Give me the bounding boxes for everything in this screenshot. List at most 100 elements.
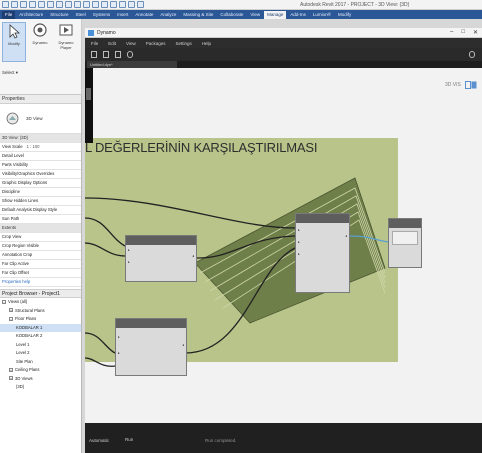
- undo-icon[interactable]: [38, 1, 45, 8]
- redo-icon[interactable]: [47, 1, 54, 8]
- browser-item[interactable]: KODBALAR 1: [0, 323, 81, 332]
- ribbon-tab[interactable]: Annotate: [132, 11, 156, 19]
- property-row[interactable]: Detail Level: [0, 152, 81, 161]
- browser-item[interactable]: + Structural Plans: [0, 307, 81, 316]
- property-row[interactable]: Show Hidden Lines: [0, 197, 81, 206]
- maximize-icon[interactable]: □: [461, 29, 465, 36]
- minimize-icon[interactable]: –: [450, 29, 453, 36]
- port-out[interactable]: ◂: [345, 234, 347, 238]
- dynamo-menu-item[interactable]: Edit: [108, 41, 116, 46]
- type-selector[interactable]: 3D View: [0, 104, 81, 134]
- expand-toggle-icon[interactable]: −: [2, 299, 6, 304]
- section-icon[interactable]: [110, 1, 117, 8]
- ribbon-tab[interactable]: Steel: [73, 11, 89, 19]
- browser-item[interactable]: Site Plan: [0, 358, 81, 367]
- dynamo-player-button[interactable]: Dynamo Player: [54, 22, 78, 62]
- run-button[interactable]: Run: [125, 437, 133, 442]
- property-row[interactable]: Extents: [0, 224, 81, 233]
- revit-home-icon[interactable]: [2, 1, 9, 8]
- browser-item[interactable]: − Floor Plans: [0, 315, 81, 324]
- ribbon-tab[interactable]: Modify: [335, 11, 354, 19]
- dynamo-menu-item[interactable]: Settings: [175, 41, 191, 46]
- ribbon-tab[interactable]: Massing & Site: [180, 11, 216, 19]
- new-file-icon[interactable]: [91, 51, 97, 58]
- port-in[interactable]: ▸: [128, 260, 130, 264]
- browser-item[interactable]: KODBALAR 2: [0, 332, 81, 341]
- port-in[interactable]: ▸: [118, 335, 120, 339]
- port-in[interactable]: ▸: [128, 248, 130, 252]
- measure-icon[interactable]: [65, 1, 72, 8]
- dynamo-button[interactable]: Dynamo: [28, 22, 52, 62]
- property-row[interactable]: Visibility/Graphics Overrides: [0, 170, 81, 179]
- dynamo-canvas[interactable]: 3D VIS L DEĞERLERİNİN KARŞILAŞTIRILMASI: [85, 68, 482, 423]
- property-row[interactable]: Far Clip Active: [0, 260, 81, 269]
- expand-toggle-icon[interactable]: −: [9, 316, 13, 321]
- properties-help-link[interactable]: Properties help: [0, 278, 81, 287]
- property-row[interactable]: View Scale 1 : 100: [0, 143, 81, 152]
- ribbon-tab[interactable]: View: [247, 11, 263, 19]
- ribbon-tab[interactable]: Structure: [47, 11, 71, 19]
- dynamo-menu-item[interactable]: Packages: [146, 41, 166, 46]
- modify-button[interactable]: Modify: [2, 22, 26, 62]
- browser-item[interactable]: {3D}: [0, 383, 81, 392]
- select-dropdown[interactable]: Select ▾: [2, 70, 18, 76]
- browser-item[interactable]: Level 2: [0, 349, 81, 358]
- property-row[interactable]: Far Clip Offset: [0, 269, 81, 278]
- export-image-icon[interactable]: [469, 51, 475, 58]
- ribbon-tab[interactable]: Manage: [264, 10, 287, 19]
- open-icon[interactable]: [11, 1, 18, 8]
- thin-lines-icon[interactable]: [119, 1, 126, 8]
- property-row[interactable]: Crop Region Visible: [0, 242, 81, 251]
- port-in[interactable]: ▸: [118, 351, 120, 355]
- property-row[interactable]: Default Analysis Display Style: [0, 206, 81, 215]
- 3d-view-icon[interactable]: [101, 1, 108, 8]
- browser-item[interactable]: + Ceiling Plans: [0, 366, 81, 375]
- property-row[interactable]: Annotation Crop: [0, 251, 81, 260]
- print-icon[interactable]: [56, 1, 63, 8]
- close-hidden-icon[interactable]: [128, 1, 135, 8]
- save-file-icon[interactable]: [115, 51, 121, 58]
- port-in[interactable]: ▸: [298, 240, 300, 244]
- switch-windows-icon[interactable]: [137, 1, 144, 8]
- ribbon-tab[interactable]: Insert: [114, 11, 131, 19]
- dynamo-menu-item[interactable]: File: [91, 41, 98, 46]
- run-mode-dropdown[interactable]: Automatic: [89, 438, 109, 443]
- ribbon-tab[interactable]: Systems: [90, 11, 113, 19]
- expand-toggle-icon[interactable]: +: [9, 308, 13, 313]
- text-icon[interactable]: [92, 1, 99, 8]
- save-icon[interactable]: [20, 1, 27, 8]
- ribbon-tab[interactable]: File: [2, 10, 16, 19]
- dimension-icon[interactable]: [74, 1, 81, 8]
- browser-item[interactable]: − Views (all): [0, 298, 81, 307]
- open-file-icon[interactable]: [103, 51, 109, 58]
- undo-file-icon[interactable]: [127, 51, 133, 58]
- sync-icon[interactable]: [29, 1, 36, 8]
- browser-item[interactable]: +3D Views: [0, 375, 81, 384]
- property-row[interactable]: Graphic Display Options: [0, 179, 81, 188]
- ribbon-tab[interactable]: Analyze: [157, 11, 179, 19]
- port-in[interactable]: ▸: [298, 228, 300, 232]
- dynamo-menu-item[interactable]: View: [126, 41, 136, 46]
- browser-item[interactable]: Level 1: [0, 341, 81, 350]
- node-compare-2[interactable]: ▸ ▸ ◂: [115, 318, 187, 376]
- ribbon-tab[interactable]: Collaborate: [217, 11, 246, 19]
- node-if[interactable]: ▸ ▸ ▸ ◂: [295, 213, 350, 293]
- property-row[interactable]: Sun Path: [0, 215, 81, 224]
- property-row[interactable]: Parts Visibility: [0, 161, 81, 170]
- node-compare-1[interactable]: ▸ ▸ ◂: [125, 235, 197, 282]
- tag-icon[interactable]: [83, 1, 90, 8]
- node-watch[interactable]: [388, 218, 422, 268]
- tab-untitled[interactable]: Untitled.dyn*: [87, 61, 177, 68]
- port-out[interactable]: ◂: [182, 343, 184, 347]
- ribbon-tab[interactable]: Architecture: [16, 11, 46, 19]
- expand-toggle-icon[interactable]: +: [9, 376, 13, 381]
- expand-toggle-icon[interactable]: +: [9, 367, 13, 372]
- port-in[interactable]: ▸: [298, 252, 300, 256]
- dynamo-menu-item[interactable]: Help: [202, 41, 211, 46]
- ribbon-tab[interactable]: Add-Ins: [287, 11, 309, 19]
- property-row[interactable]: 3D View: {3D}: [0, 134, 81, 143]
- port-out[interactable]: ◂: [192, 254, 194, 258]
- ribbon-tab[interactable]: Lumion®: [310, 11, 334, 19]
- close-icon[interactable]: ✕: [473, 29, 478, 36]
- property-row[interactable]: Crop View: [0, 233, 81, 242]
